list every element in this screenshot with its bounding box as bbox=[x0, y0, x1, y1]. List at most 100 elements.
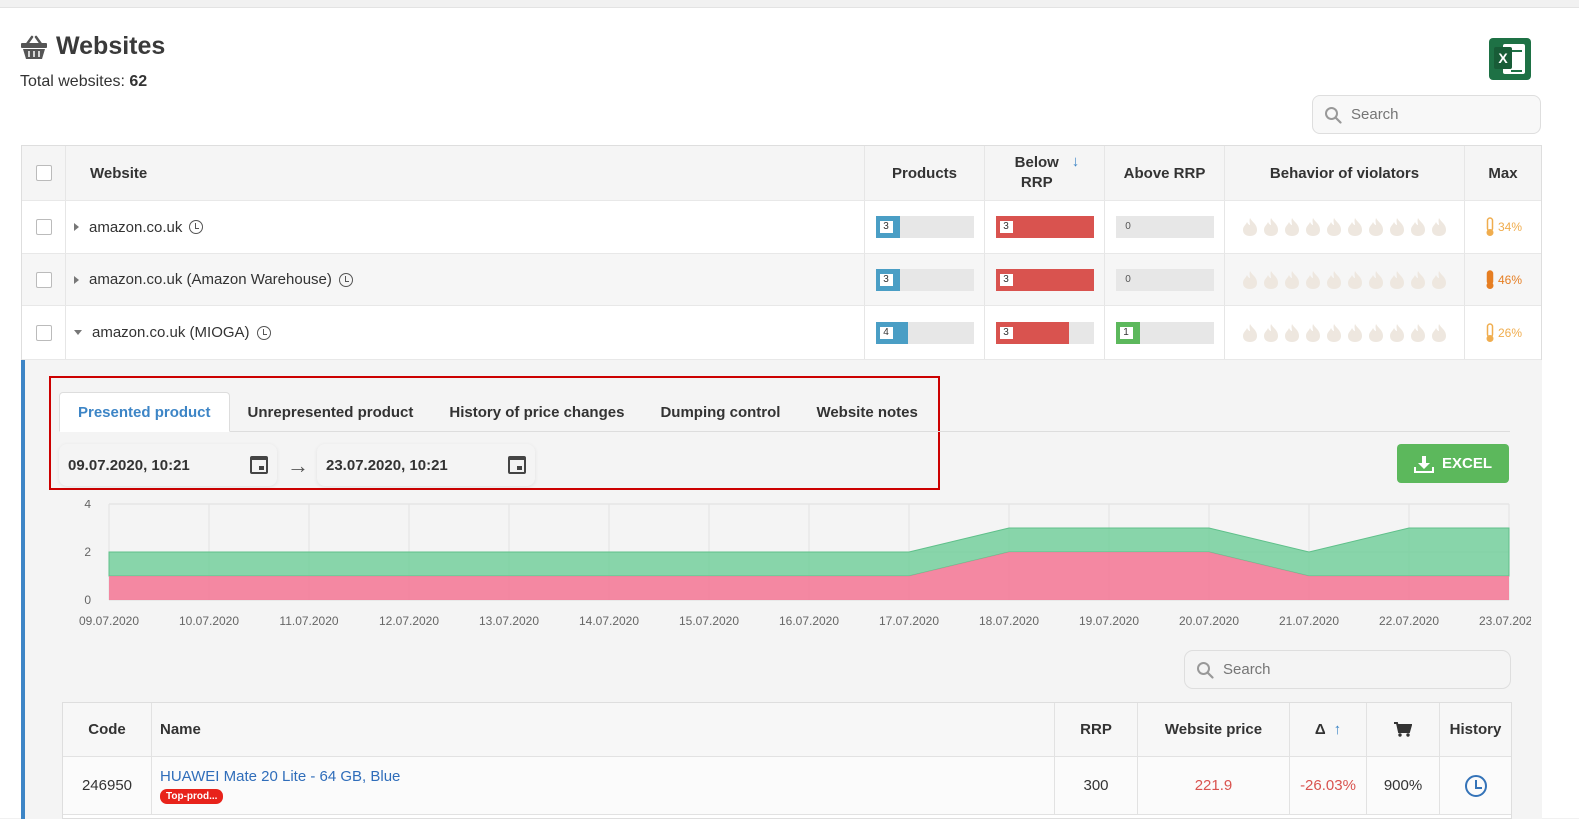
column-website-price[interactable]: Website price bbox=[1138, 703, 1290, 756]
max-value: 26% bbox=[1484, 322, 1523, 343]
collapse-triangle-icon[interactable] bbox=[74, 330, 82, 335]
tab-presented-product[interactable]: Presented product bbox=[59, 392, 230, 432]
flame-icon bbox=[1285, 218, 1299, 236]
column-rrp[interactable]: RRP bbox=[1055, 703, 1138, 756]
clock-icon[interactable] bbox=[256, 325, 271, 340]
row-checkbox[interactable] bbox=[35, 219, 52, 235]
chart-x-tick: 12.07.2020 bbox=[379, 614, 439, 628]
chart-x-tick: 16.07.2020 bbox=[779, 614, 839, 628]
date-to-field[interactable]: 23.07.2020, 10:21 bbox=[317, 444, 535, 486]
total-websites-label: Total websites: bbox=[20, 73, 125, 90]
flame-icon bbox=[1369, 323, 1383, 342]
max-percent: 26% bbox=[1497, 325, 1523, 340]
row-checkbox[interactable] bbox=[35, 324, 52, 341]
websites-table: Website Products Below RRP ↓ Above RRP B… bbox=[21, 145, 1542, 360]
column-max[interactable]: Max bbox=[1465, 146, 1541, 200]
chart-y-tick: 0 bbox=[84, 593, 91, 607]
search-icon bbox=[1197, 661, 1214, 679]
tab-website-notes[interactable]: Website notes bbox=[798, 392, 935, 432]
row-checkbox[interactable] bbox=[35, 271, 52, 288]
product-code: 246950 bbox=[63, 757, 152, 814]
tab-history-price-changes[interactable]: History of price changes bbox=[431, 392, 642, 432]
flame-icon bbox=[1390, 270, 1404, 289]
website-name[interactable]: amazon.co.uk (MIOGA) bbox=[92, 324, 250, 341]
tab-unrepresented-product[interactable]: Unrepresented product bbox=[230, 392, 432, 432]
flame-icon bbox=[1306, 270, 1320, 289]
products-search[interactable] bbox=[1184, 650, 1511, 689]
website-name[interactable]: amazon.co.uk bbox=[89, 219, 182, 236]
expand-triangle-icon[interactable] bbox=[74, 223, 79, 231]
tab-dumping-control[interactable]: Dumping control bbox=[642, 392, 798, 432]
flame-icon bbox=[1411, 218, 1425, 236]
expand-triangle-icon[interactable] bbox=[74, 275, 79, 284]
product-cart-value: 900% bbox=[1367, 757, 1440, 814]
below-rrp-count: 3 bbox=[999, 273, 1013, 286]
flame-icon bbox=[1432, 218, 1446, 236]
below-rrp-count: 3 bbox=[999, 221, 1013, 233]
page-title-text: Websites bbox=[56, 32, 166, 60]
chart-y-tick: 2 bbox=[84, 545, 91, 559]
flame-icon bbox=[1369, 218, 1383, 236]
website-row[interactable]: amazon.co.uk (MIOGA) 4 3 1 26% bbox=[22, 306, 1541, 360]
calendar-icon[interactable] bbox=[250, 456, 268, 474]
thermometer-icon bbox=[1486, 269, 1494, 289]
website-row[interactable]: amazon.co.uk (Amazon Warehouse) 3 3 0 46… bbox=[22, 254, 1541, 306]
page: Websites Total websites: 62 X Website Pr… bbox=[0, 7, 1579, 819]
column-products[interactable]: Products bbox=[865, 146, 985, 200]
below-rrp-bar: 3 bbox=[995, 268, 1094, 291]
flame-icon bbox=[1348, 270, 1362, 289]
flame-icon bbox=[1390, 218, 1404, 236]
column-below-rrp-label: Below RRP bbox=[1014, 154, 1059, 191]
history-icon[interactable] bbox=[1464, 774, 1487, 797]
flame-icon bbox=[1327, 270, 1341, 289]
products-count: 3 bbox=[879, 273, 893, 286]
date-to-value: 23.07.2020, 10:21 bbox=[326, 456, 448, 474]
column-below-rrp[interactable]: Below RRP ↓ bbox=[985, 146, 1105, 200]
column-history[interactable]: History bbox=[1440, 703, 1511, 756]
column-above-rrp[interactable]: Above RRP bbox=[1105, 146, 1225, 200]
column-name[interactable]: Name bbox=[152, 703, 1055, 756]
sort-down-icon: ↓ bbox=[1071, 153, 1080, 170]
detail-tabs: Presented product Unrepresented product … bbox=[59, 392, 1510, 432]
website-row[interactable]: amazon.co.uk 3 3 0 34% bbox=[22, 201, 1541, 254]
max-value: 46% bbox=[1484, 269, 1523, 290]
date-from-field[interactable]: 09.07.2020, 10:21 bbox=[59, 444, 277, 486]
clock-icon[interactable] bbox=[189, 220, 204, 234]
calendar-icon[interactable] bbox=[508, 456, 526, 474]
products-search-input[interactable] bbox=[1223, 661, 1373, 678]
product-link[interactable]: HUAWEI Mate 20 Lite - 64 GB, Blue bbox=[160, 768, 400, 785]
select-all-checkbox[interactable] bbox=[35, 165, 52, 181]
below-rrp-count: 3 bbox=[999, 326, 1013, 339]
websites-table-header: Website Products Below RRP ↓ Above RRP B… bbox=[22, 146, 1541, 201]
behavior-flames bbox=[1240, 217, 1449, 237]
excel-export-icon[interactable]: X bbox=[1489, 38, 1531, 80]
chart-x-tick: 18.07.2020 bbox=[979, 614, 1039, 628]
column-behavior[interactable]: Behavior of violators bbox=[1225, 146, 1465, 200]
chart-x-tick: 15.07.2020 bbox=[679, 614, 739, 628]
column-website[interactable]: Website bbox=[66, 146, 865, 200]
flame-icon bbox=[1369, 270, 1383, 289]
column-delta[interactable]: Δ ↑ bbox=[1290, 703, 1367, 756]
product-rrp: 300 bbox=[1055, 757, 1138, 814]
website-name[interactable]: amazon.co.uk (Amazon Warehouse) bbox=[89, 271, 332, 288]
clock-icon[interactable] bbox=[338, 272, 353, 287]
column-code[interactable]: Code bbox=[63, 703, 152, 756]
max-percent: 46% bbox=[1497, 272, 1523, 287]
column-cart[interactable] bbox=[1367, 703, 1440, 756]
above-rrp-bar: 1 bbox=[1115, 321, 1214, 344]
product-row[interactable]: 246950 HUAWEI Mate 20 Lite - 64 GB, Blue… bbox=[63, 757, 1511, 815]
websites-search[interactable] bbox=[1312, 95, 1541, 134]
above-rrp-count: 0 bbox=[1125, 221, 1131, 232]
behavior-flames bbox=[1240, 323, 1449, 343]
arrow-right-icon: → bbox=[287, 453, 309, 478]
excel-download-button[interactable]: EXCEL bbox=[1397, 444, 1509, 483]
website-detail-panel: Presented product Unrepresented product … bbox=[21, 360, 1542, 819]
chart-x-tick: 09.07.2020 bbox=[79, 614, 139, 628]
max-percent: 34% bbox=[1497, 220, 1523, 234]
below-rrp-bar: 3 bbox=[995, 321, 1094, 344]
top-product-badge: Top-prod... bbox=[160, 788, 224, 804]
websites-search-input[interactable] bbox=[1351, 106, 1501, 123]
flame-icon bbox=[1243, 270, 1257, 289]
page-title: Websites bbox=[20, 32, 165, 61]
above-rrp-count: 0 bbox=[1125, 273, 1131, 285]
